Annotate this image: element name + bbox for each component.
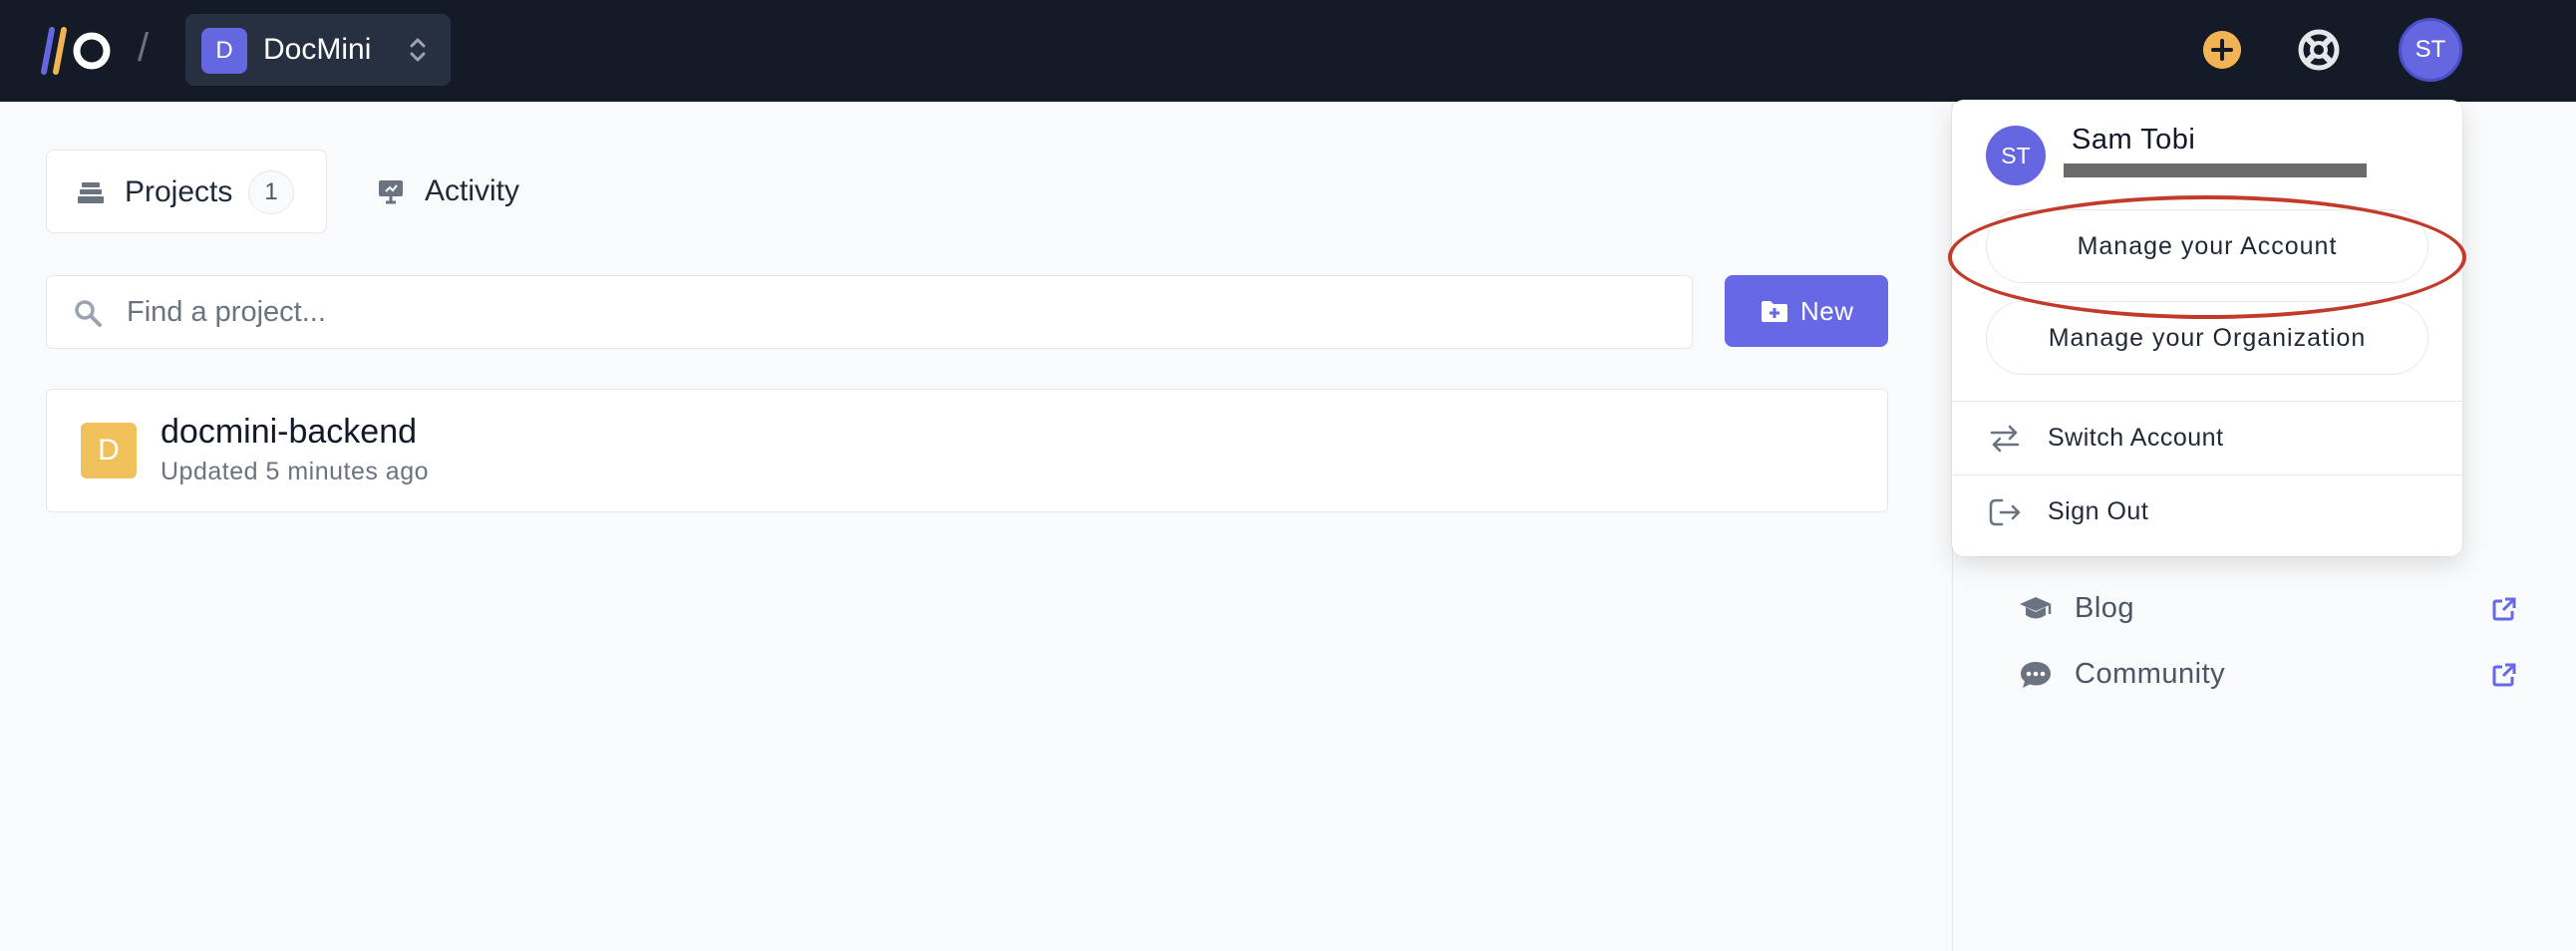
external-link-icon xyxy=(2492,663,2516,687)
project-search-box xyxy=(46,275,1693,349)
menu-user-avatar: ST xyxy=(1986,126,2046,185)
sidebar-link-label: Community xyxy=(2075,658,2226,690)
project-avatar: D xyxy=(81,423,137,478)
graduation-cap-icon xyxy=(2020,597,2052,619)
sidebar-link-label: Blog xyxy=(2075,592,2135,624)
sign-out-icon xyxy=(1989,498,2021,526)
menu-user-name: Sam Tobi xyxy=(2072,124,2196,156)
add-plus-icon[interactable] xyxy=(2203,31,2241,69)
tab-projects-label: Projects xyxy=(125,175,233,208)
org-name: DocMini xyxy=(263,33,372,66)
breadcrumb-separator: / xyxy=(138,26,150,70)
new-button-label: New xyxy=(1800,296,1854,326)
folder-plus-icon xyxy=(1762,301,1787,322)
tab-activity[interactable]: Activity xyxy=(369,150,568,233)
sidebar-link-blog[interactable]: Blog xyxy=(2019,584,2517,634)
switch-arrows-icon xyxy=(1990,425,2020,453)
org-avatar: D xyxy=(201,28,247,74)
tab-projects[interactable]: Projects 1 xyxy=(46,150,327,233)
search-input[interactable] xyxy=(127,290,1662,334)
redacted-email xyxy=(2064,163,2367,177)
sidebar-link-community[interactable]: Community xyxy=(2019,650,2517,700)
project-card[interactable]: D docmini-backend Updated 5 minutes ago xyxy=(46,389,1888,512)
highlight-annotation-ring xyxy=(1948,195,2466,319)
project-name[interactable]: docmini-backend xyxy=(161,412,417,452)
switch-account-label: Switch Account xyxy=(2048,424,2224,452)
sign-out-label: Sign Out xyxy=(2048,497,2149,525)
user-avatar-button[interactable]: ST xyxy=(2399,18,2462,82)
chevron-up-down-icon xyxy=(410,38,426,62)
lifebuoy-help-icon[interactable] xyxy=(2297,28,2341,72)
new-project-button[interactable]: New xyxy=(1725,275,1888,347)
tab-activity-label: Activity xyxy=(425,174,520,207)
organization-switcher[interactable]: D DocMini xyxy=(185,14,451,86)
top-navigation-bar: / D DocMini ST xyxy=(0,0,2576,102)
menu-divider xyxy=(1952,475,2462,476)
search-icon xyxy=(75,300,102,327)
app-logo[interactable] xyxy=(36,26,116,76)
account-dropdown-menu: ST Sam Tobi Manage your Account Manage y… xyxy=(1952,100,2462,556)
project-updated-time: Updated 5 minutes ago xyxy=(161,458,430,485)
switch-account-item[interactable]: Switch Account xyxy=(1952,403,2462,473)
stack-icon xyxy=(78,182,104,203)
chat-bubble-icon xyxy=(2021,662,2051,688)
menu-divider xyxy=(1952,401,2462,402)
sign-out-item[interactable]: Sign Out xyxy=(1952,476,2462,546)
presentation-icon xyxy=(379,180,403,204)
projects-count-badge: 1 xyxy=(248,170,294,214)
external-link-icon xyxy=(2492,597,2516,621)
